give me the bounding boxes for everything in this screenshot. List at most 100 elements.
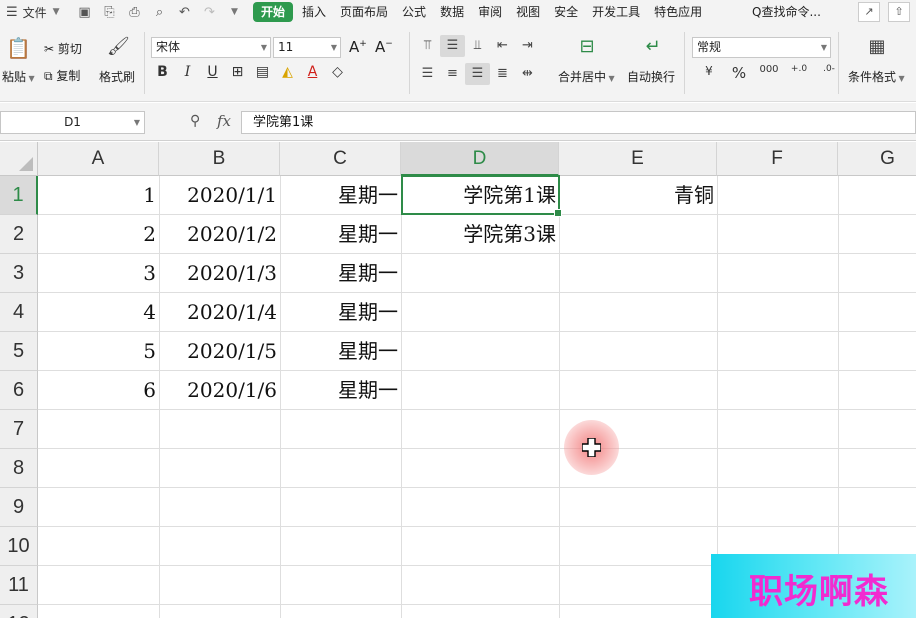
active-cell-selection[interactable] [401,175,562,217]
row-header-5[interactable]: 5 [0,332,38,371]
cell-c5[interactable]: 星期一 [280,332,401,371]
italic-icon[interactable]: I [175,64,200,80]
cell-a2[interactable]: 2 [38,215,159,254]
cell-b3[interactable]: 2020/1/3 [159,254,280,293]
cell-a5[interactable]: 5 [38,332,159,371]
percent-icon[interactable]: % [724,64,754,82]
align-top-icon[interactable]: ⫪ [415,35,440,57]
increase-decimal-icon[interactable]: +.0 [784,64,814,82]
cell-b6[interactable]: 2020/1/6 [159,371,280,410]
name-box[interactable]: D1 ▼ [0,111,145,134]
cell-d2[interactable]: 学院第3课 [401,215,559,254]
row-header-2[interactable]: 2 [0,215,38,254]
wrap-text-button[interactable]: 自动换行 [627,68,675,85]
column-header-f[interactable]: F [717,142,838,176]
row-header-12[interactable]: 12 [0,605,38,618]
share-icon[interactable]: ↗ [858,2,880,22]
tab-insert[interactable]: 插入 [295,0,333,24]
cell-style-icon[interactable]: ▤ [250,64,275,80]
increase-indent-icon[interactable]: ⇥ [515,35,540,57]
paste-button[interactable]: 粘贴 ▼ [2,68,35,85]
copy-button[interactable]: ⧉ 复制 [44,67,80,84]
cell-c1[interactable]: 星期一 [280,176,401,215]
underline-icon[interactable]: U [200,64,225,80]
print-icon[interactable]: ⎙ [122,5,147,20]
tab-formulas[interactable]: 公式 [395,0,433,24]
row-header-4[interactable]: 4 [0,293,38,332]
align-left-icon[interactable]: ☰ [415,63,440,85]
increase-font-size-button[interactable]: A+ [349,38,367,56]
row-header-6[interactable]: 6 [0,371,38,410]
tab-security[interactable]: 安全 [547,0,585,24]
insert-function-icon[interactable]: fx [217,112,231,130]
align-center-icon[interactable]: ≡ [440,63,465,85]
cell-c2[interactable]: 星期一 [280,215,401,254]
cut-button[interactable]: ✂ 剪切 [44,40,82,57]
number-format-select[interactable]: 常规 ▼ [692,37,831,58]
column-header-a[interactable]: A [38,142,159,176]
eraser-icon[interactable]: ◇ [325,64,350,80]
zoom-search-icon[interactable]: ⚲ [190,113,200,129]
conditional-format-button[interactable]: 条件格式 ▼ [848,68,905,85]
fill-color-icon[interactable]: ◭ [275,64,300,80]
row-header-1[interactable]: 1 [0,176,38,215]
column-header-b[interactable]: B [159,142,280,176]
cell-b2[interactable]: 2020/1/2 [159,215,280,254]
column-header-c[interactable]: C [280,142,401,176]
export-icon[interactable]: ⎘ [97,5,122,20]
decrease-font-size-button[interactable]: A− [375,38,393,56]
select-all-corner[interactable] [0,142,38,176]
print-preview-icon[interactable]: ⌕ [147,5,172,20]
row-header-10[interactable]: 10 [0,527,38,566]
justify-icon[interactable]: ≣ [490,63,515,85]
column-header-g[interactable]: G [838,142,916,176]
row-header-8[interactable]: 8 [0,449,38,488]
cell-e1[interactable]: 青铜 [559,176,717,215]
find-command-search[interactable]: Q查找命令... [752,0,821,24]
wrap-text-icon[interactable]: ↵ [640,36,666,57]
cell-b5[interactable]: 2020/1/5 [159,332,280,371]
cell-a6[interactable]: 6 [38,371,159,410]
cell-a3[interactable]: 3 [38,254,159,293]
row-header-3[interactable]: 3 [0,254,38,293]
tab-home[interactable]: 开始 [253,2,294,22]
paste-icon[interactable]: 📋 [6,36,31,60]
align-right-icon[interactable]: ☰ [465,63,490,85]
thousands-separator-icon[interactable]: 000 [754,64,784,82]
align-bottom-icon[interactable]: ⫫ [465,35,490,57]
tab-page-layout[interactable]: 页面布局 [333,0,395,24]
cell-c4[interactable]: 星期一 [280,293,401,332]
tab-view[interactable]: 视图 [509,0,547,24]
row-header-9[interactable]: 9 [0,488,38,527]
tab-review[interactable]: 审阅 [471,0,509,24]
row-header-11[interactable]: 11 [0,566,38,605]
tab-data[interactable]: 数据 [433,0,471,24]
cell-b4[interactable]: 2020/1/4 [159,293,280,332]
more-chevron-icon[interactable]: ▼ [222,7,247,17]
border-icon[interactable]: ⊞ [225,64,250,80]
merge-center-button[interactable]: 合并居中 ▼ [558,68,615,85]
bold-icon[interactable]: B [150,64,175,80]
formula-input[interactable]: 学院第1课 [241,111,916,134]
tab-developer[interactable]: 开发工具 [585,0,647,24]
cell-b1[interactable]: 2020/1/1 [159,176,280,215]
row-header-7[interactable]: 7 [0,410,38,449]
font-color-icon[interactable]: A [300,64,325,80]
align-middle-icon[interactable]: ☰ [440,35,465,57]
format-painter-icon[interactable]: 🖌 [107,36,130,57]
undo-icon[interactable]: ↶ [172,5,197,20]
font-size-select[interactable]: 11 ▼ [273,37,341,58]
decrease-decimal-icon[interactable]: .0- [814,64,844,82]
save-icon[interactable]: ▣ [72,5,97,20]
currency-icon[interactable]: ¥ [694,64,724,82]
merge-center-icon[interactable]: ⊟ [574,36,600,57]
file-menu[interactable]: ☰ 文件 ▼ [0,0,72,24]
font-name-select[interactable]: 宋体 ▼ [151,37,271,58]
format-painter-button[interactable]: 格式刷 [99,68,135,85]
cell-c3[interactable]: 星期一 [280,254,401,293]
collapse-ribbon-icon[interactable]: ⇧ [888,2,910,22]
column-header-e[interactable]: E [559,142,717,176]
decrease-indent-icon[interactable]: ⇤ [490,35,515,57]
tab-special-apps[interactable]: 特色应用 [647,0,709,24]
column-header-d[interactable]: D [401,142,559,176]
